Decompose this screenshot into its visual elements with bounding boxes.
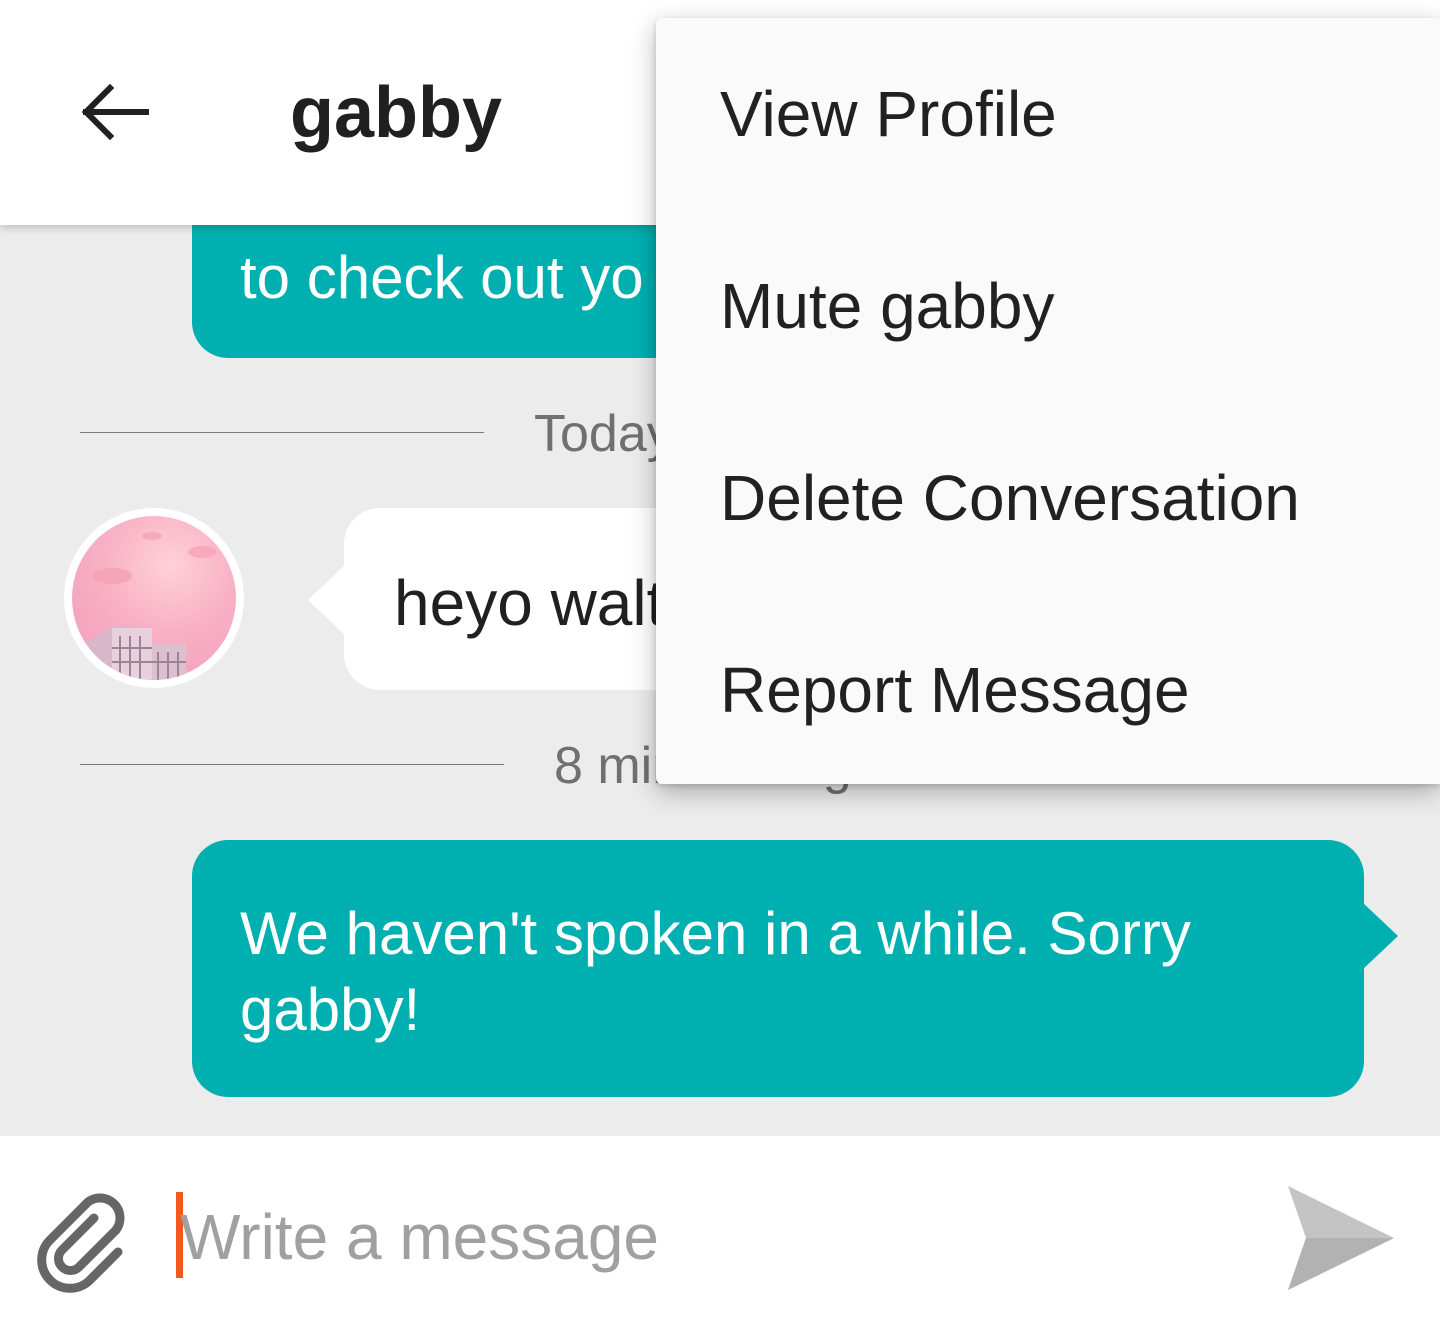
avatar-image — [72, 516, 236, 680]
outgoing-message-text: We haven't spoken in a while. Sorry gabb… — [240, 900, 1191, 1043]
outgoing-message-bubble[interactable]: We haven't spoken in a while. Sorry gabb… — [192, 840, 1398, 1097]
menu-item-delete-conversation[interactable]: Delete Conversation — [656, 402, 1440, 594]
page-title: gabby — [290, 73, 503, 153]
menu-item-mute[interactable]: Mute gabby — [656, 210, 1440, 402]
message-input[interactable] — [180, 1192, 1240, 1282]
overflow-menu: View Profile Mute gabby Delete Conversat… — [656, 18, 1440, 784]
send-icon — [1288, 1186, 1394, 1290]
date-divider-label: Today — [534, 405, 673, 463]
outgoing-message-text: to check out yo — [240, 244, 644, 311]
avatar[interactable] — [64, 508, 244, 688]
send-button[interactable] — [1282, 1180, 1398, 1296]
date-divider-line — [80, 432, 484, 433]
menu-item-label: Mute gabby — [720, 270, 1055, 342]
incoming-message-text: heyo walt — [394, 567, 665, 639]
menu-item-report-message[interactable]: Report Message — [656, 594, 1440, 786]
paperclip-icon — [37, 1193, 125, 1293]
menu-item-label: View Profile — [720, 78, 1057, 150]
menu-item-label: Delete Conversation — [720, 462, 1300, 534]
menu-item-view-profile[interactable]: View Profile — [656, 18, 1440, 210]
time-divider-line — [80, 764, 504, 765]
arrow-left-icon — [81, 83, 149, 141]
attach-button[interactable] — [36, 1190, 140, 1294]
menu-item-label: Report Message — [720, 654, 1190, 726]
back-button[interactable] — [72, 70, 156, 154]
